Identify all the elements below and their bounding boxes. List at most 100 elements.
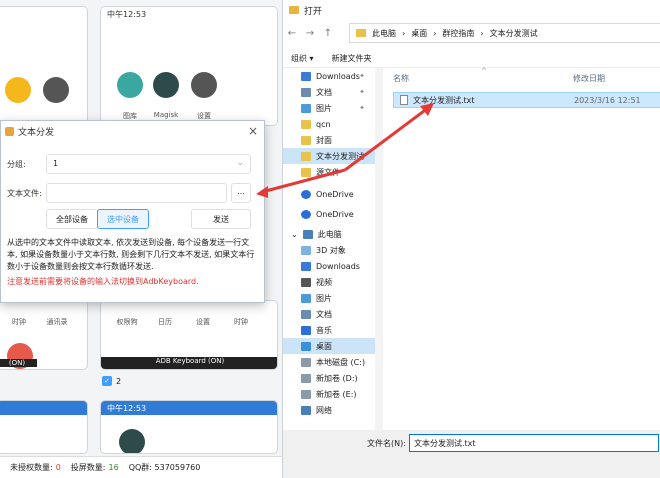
breadcrumb-item[interactable]: 文本分发测试: [490, 28, 538, 39]
settings-app-icon: [43, 77, 69, 103]
desktop-icon: [301, 341, 311, 351]
nav-item[interactable]: qcn: [283, 116, 375, 132]
text-file-input[interactable]: [46, 183, 227, 203]
pin-icon: ✦: [359, 72, 365, 80]
nav-item[interactable]: 本地磁盘 (C:): [283, 354, 375, 370]
nav-scrollbar[interactable]: [375, 68, 383, 430]
chevron-down-icon: ⌄: [291, 229, 298, 239]
downloads-icon: [301, 261, 311, 271]
nav-item-selected[interactable]: 文本分发测试: [283, 148, 375, 164]
nav-item[interactable]: Downloads: [283, 258, 375, 274]
back-arrow-icon[interactable]: ←: [283, 28, 301, 39]
nav-item[interactable]: 新加卷 (D:): [283, 370, 375, 386]
cloud-icon: [301, 189, 311, 199]
nav-item[interactable]: OneDrive: [283, 186, 375, 202]
nav-item[interactable]: 封面: [283, 132, 375, 148]
file-date: 2023/3/16 12:51: [574, 95, 641, 105]
group-label: 分组:: [7, 160, 26, 169]
open-dialog-title: 打开: [304, 6, 323, 17]
chevron-right-icon: ›: [480, 28, 484, 38]
nav-item[interactable]: 文档: [283, 306, 375, 322]
address-bar[interactable]: 此电脑 › 桌面 › 群控指南 › 文本分发测试: [349, 23, 660, 43]
breadcrumb-item[interactable]: 此电脑: [372, 28, 396, 39]
nav-item[interactable]: 文档 ✦: [283, 84, 375, 100]
music-icon: [301, 325, 311, 335]
send-button[interactable]: 发送: [191, 209, 251, 229]
name-column-header[interactable]: 名称: [393, 73, 409, 84]
phone-screen-1[interactable]: [0, 6, 88, 126]
nav-item[interactable]: 图片: [283, 290, 375, 306]
app-icon: [5, 77, 31, 103]
file-list: ^ 名称 修改日期 文本分发测试.txt 2023/3/16 12:51: [393, 67, 660, 430]
file-row-selected[interactable]: 文本分发测试.txt 2023/3/16 12:51: [393, 92, 660, 108]
device-checkbox-row[interactable]: ✓ 2: [102, 376, 121, 386]
phone-screen-3[interactable]: 时钟 通讯录 (ON): [0, 300, 88, 370]
selected-devices-button[interactable]: 选中设备: [97, 209, 149, 229]
drive-icon: [301, 357, 311, 367]
up-arrow-icon[interactable]: ↑: [319, 28, 337, 39]
gallery-app-icon: [117, 72, 143, 98]
text-file-icon: [400, 95, 408, 105]
folder-icon: [301, 135, 311, 145]
phone-status-bar: [0, 7, 87, 21]
dialog-title: 文本分发: [18, 127, 55, 138]
organize-button[interactable]: 组织 ▾: [291, 53, 314, 64]
new-folder-button[interactable]: 新建文件夹: [332, 53, 372, 64]
drive-icon: [301, 373, 311, 383]
checkbox-checked-icon[interactable]: ✓: [102, 376, 112, 386]
phone-screen-6[interactable]: 中午12:53: [100, 400, 278, 454]
pictures-icon: [301, 103, 311, 113]
nav-item[interactable]: 音乐: [283, 322, 375, 338]
cloud-icon: [301, 209, 311, 219]
breadcrumb-item[interactable]: 桌面: [411, 28, 427, 39]
phone-screen-2[interactable]: 中午12:53 图库 Magisk 设置: [100, 6, 278, 126]
magisk-app-icon: [119, 429, 145, 453]
navigation-pane: Downloads ✦ 文档 ✦ 图片 ✦ qcn 封面 文本分发测试 源文件 One…: [283, 68, 375, 430]
phone-screen-4[interactable]: 权限狗 日历 设置 时钟 ADB Keyboard (ON): [100, 300, 278, 370]
breadcrumb-item[interactable]: 群控指南: [442, 28, 474, 39]
file-label: 文本文件:: [7, 189, 42, 198]
nav-item[interactable]: 视频: [283, 274, 375, 290]
nav-item[interactable]: 图片 ✦: [283, 100, 375, 116]
group-select-value: 1: [53, 159, 59, 168]
dialog-title-bar: 文本分发: [1, 121, 264, 141]
phone-status-bar: [0, 401, 87, 415]
chevron-down-icon: ⌄: [236, 158, 244, 168]
downloads-icon: [301, 71, 311, 81]
phone-time: 中午12:53: [101, 401, 277, 415]
text-distribution-dialog: 文本分发 × 分组: 1 ⌄ 文本文件: ... 全部设备 选中设备 发送 从选…: [0, 120, 265, 303]
3d-objects-icon: [301, 245, 311, 255]
nav-item[interactable]: 新加卷 (E:): [283, 386, 375, 402]
all-devices-button[interactable]: 全部设备: [46, 209, 98, 229]
open-dialog-title-bar: 打开: [283, 0, 660, 20]
forward-arrow-icon[interactable]: →: [301, 28, 319, 39]
filename-label: 文件名(N):: [367, 439, 406, 448]
dialog-toolbar: 组织 ▾ 新建文件夹: [283, 50, 660, 68]
nav-item[interactable]: 源文件: [283, 164, 375, 180]
close-icon[interactable]: ×: [248, 124, 258, 138]
browse-button[interactable]: ...: [231, 183, 251, 203]
warning-text: 注意发送前需要将设备的输入法切换到AdbKeyboard.: [7, 277, 199, 286]
nav-item[interactable]: 3D 对象: [283, 242, 375, 258]
phone-screen-5[interactable]: [0, 400, 88, 454]
drive-icon: [301, 389, 311, 399]
magisk-app-icon: [153, 72, 179, 98]
app-label: 时钟: [12, 318, 26, 326]
filename-area: 文件名(N): 文本分发测试.txt: [283, 430, 660, 478]
open-file-dialog: 打开 ← → ↑ 此电脑 › 桌面 › 群控指南 › 文本分发测试 组织 ▾ 新建文件…: [282, 0, 660, 478]
group-select[interactable]: 1 ⌄: [46, 154, 251, 174]
nav-item[interactable]: ⌄ 此电脑: [283, 226, 375, 242]
nav-item[interactable]: OneDrive: [283, 206, 375, 222]
nav-item[interactable]: Downloads ✦: [283, 68, 375, 84]
nav-item-selected[interactable]: 桌面: [283, 338, 375, 354]
date-column-header[interactable]: 修改日期: [573, 73, 605, 84]
description-text: 从选中的文本文件中读取文本, 依次发送到设备, 每个设备发送一行文本, 如果设备…: [7, 238, 255, 271]
folder-icon: [301, 151, 311, 161]
filename-input[interactable]: 文本分发测试.txt: [409, 434, 659, 452]
documents-icon: [301, 87, 311, 97]
video-icon: [301, 277, 311, 287]
nav-item[interactable]: 网络: [283, 402, 375, 418]
list-header: ^ 名称 修改日期: [393, 67, 660, 86]
settings-app-icon: [191, 72, 217, 98]
chevron-right-icon: ›: [402, 28, 406, 38]
